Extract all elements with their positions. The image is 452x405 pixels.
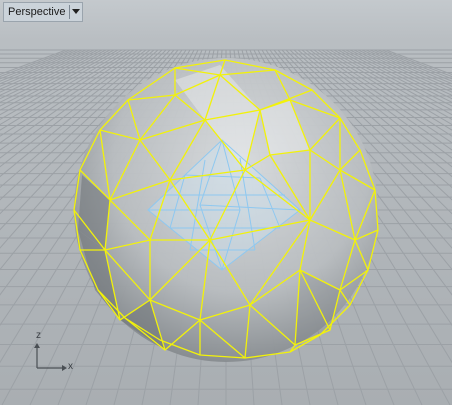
axis-x-label: x (68, 361, 73, 372)
perspective-viewport[interactable]: Perspective z x (0, 0, 452, 405)
axis-z-label: z (36, 330, 41, 341)
world-axes-indicator: z x (28, 330, 88, 375)
